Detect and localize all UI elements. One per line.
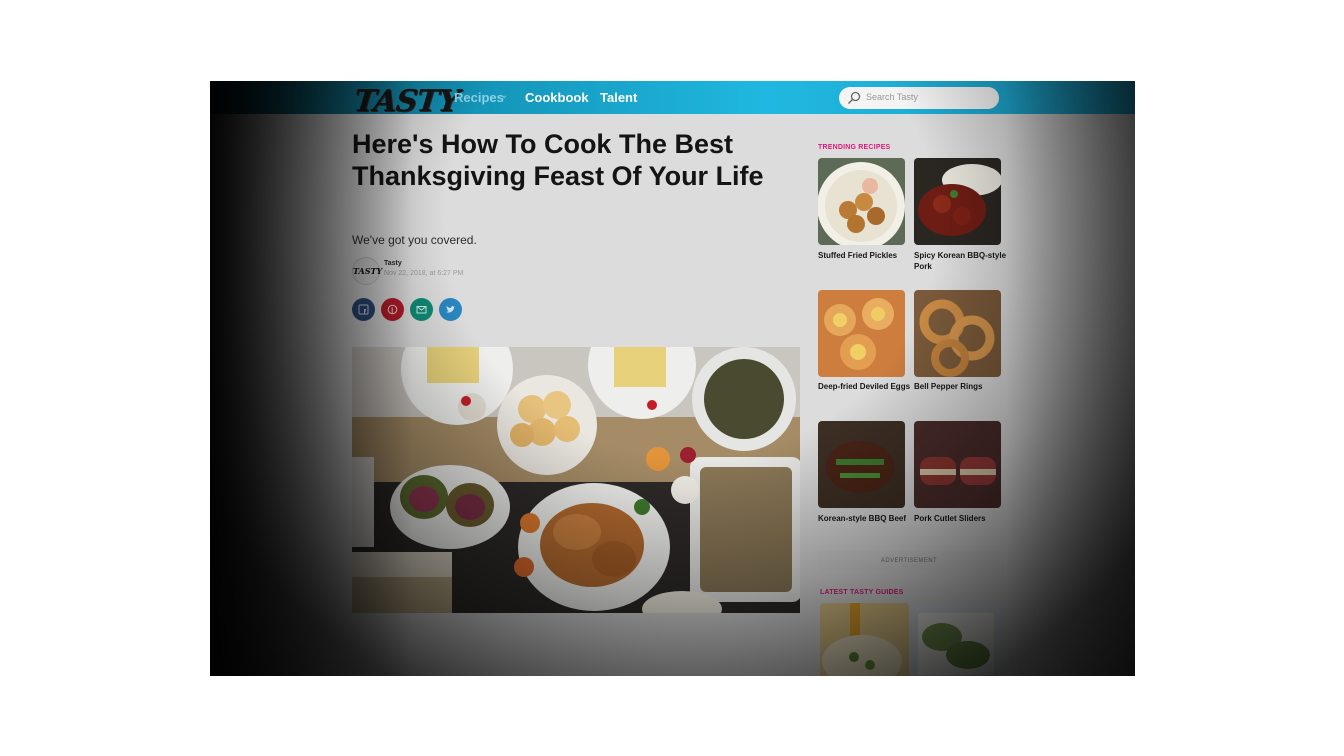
recipe-thumb-spicy-korean-bbq-pork[interactable] bbox=[914, 158, 1001, 245]
recipe-thumb-pork-cutlet-sliders[interactable] bbox=[914, 421, 1001, 508]
share-twitter-button[interactable] bbox=[439, 298, 462, 321]
recipe-thumb-stuffed-fried-pickles[interactable] bbox=[818, 158, 905, 245]
chevron-down-icon: ⌄ bbox=[500, 90, 509, 101]
guide-image bbox=[820, 603, 909, 676]
recipe-image bbox=[914, 290, 1001, 377]
author-avatar[interactable]: TASTY bbox=[352, 257, 382, 285]
search-input[interactable]: Search Tasty bbox=[839, 87, 999, 109]
guide-thumb-1[interactable] bbox=[820, 603, 909, 676]
twitter-icon bbox=[446, 306, 455, 313]
tasty-logo[interactable]: TASTY bbox=[352, 84, 460, 119]
pinterest-icon bbox=[387, 304, 398, 315]
share-pinterest-button[interactable] bbox=[381, 298, 404, 321]
recipe-title-deep-fried-deviled-eggs[interactable]: Deep-fried Deviled Eggs bbox=[818, 381, 913, 392]
facebook-icon bbox=[358, 304, 369, 315]
recipe-title-pork-cutlet-sliders[interactable]: Pork Cutlet Sliders bbox=[914, 513, 1009, 524]
guide-image bbox=[912, 603, 1001, 676]
top-nav: TASTY Recipes ⌄ Cookbook Talent Search T… bbox=[210, 81, 1135, 119]
latest-guides-heading: LATEST TASTY GUIDES bbox=[820, 589, 904, 596]
recipe-thumb-korean-style-bbq-beef[interactable] bbox=[818, 421, 905, 508]
recipe-thumb-deep-fried-deviled-eggs[interactable] bbox=[818, 290, 905, 377]
share-email-button[interactable] bbox=[410, 298, 433, 321]
recipe-image bbox=[914, 158, 1001, 245]
article-title: Here's How To Cook The Best Thanksgiving… bbox=[352, 129, 764, 191]
share-facebook-button[interactable] bbox=[352, 298, 375, 321]
recipe-title-spicy-korean-bbq-pork[interactable]: Spicy Korean BBQ-style Pork bbox=[914, 250, 1009, 272]
nav-recipes[interactable]: Recipes bbox=[454, 90, 504, 105]
recipe-image bbox=[818, 290, 905, 377]
article-subtitle: We've got you covered. bbox=[352, 233, 477, 247]
publish-date: Nov 22, 2018, at 6:27 PM bbox=[384, 270, 464, 277]
trending-recipes-heading: TRENDING RECIPES bbox=[818, 144, 891, 151]
advertisement-label: ADVERTISEMENT bbox=[880, 558, 938, 564]
author-name[interactable]: Tasty bbox=[384, 260, 402, 267]
email-icon bbox=[416, 306, 427, 314]
advertisement-slot: ADVERTISEMENT bbox=[818, 551, 1000, 571]
recipe-image bbox=[914, 421, 1001, 508]
recipe-thumb-bell-pepper-rings[interactable] bbox=[914, 290, 1001, 377]
recipe-title-stuffed-fried-pickles[interactable]: Stuffed Fried Pickles bbox=[818, 250, 913, 261]
recipe-title-korean-style-bbq-beef[interactable]: Korean-style BBQ Beef bbox=[818, 513, 913, 524]
search-placeholder: Search Tasty bbox=[866, 92, 918, 102]
recipe-title-bell-pepper-rings[interactable]: Bell Pepper Rings bbox=[914, 381, 1009, 392]
guide-thumb-2[interactable] bbox=[912, 603, 1001, 676]
hero-image-thanksgiving-feast bbox=[352, 347, 800, 613]
nav-talent[interactable]: Talent bbox=[600, 90, 637, 105]
recipe-image bbox=[818, 158, 905, 245]
recipe-image bbox=[818, 421, 905, 508]
nav-cookbook[interactable]: Cookbook bbox=[525, 90, 589, 105]
search-icon bbox=[848, 91, 861, 104]
screenshot-frame: TASTY Recipes ⌄ Cookbook Talent Search T… bbox=[210, 81, 1135, 676]
